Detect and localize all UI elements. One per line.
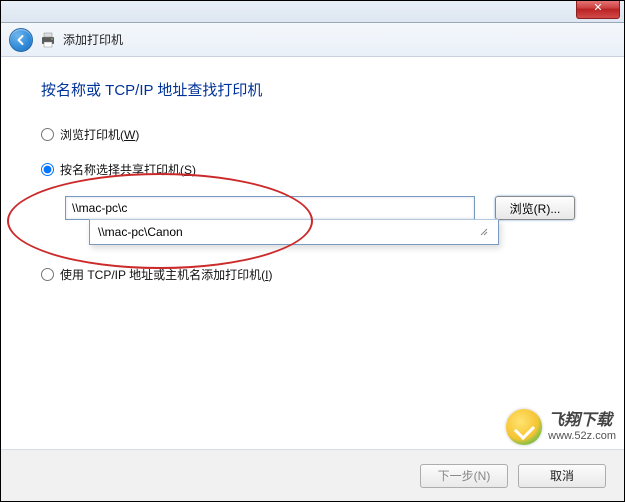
option-select-by-name[interactable]: 按名称选择共享打印机(S)	[41, 161, 590, 178]
browse-button[interactable]: 浏览(R)...	[495, 196, 575, 220]
option-tcpip-label: 使用 TCP/IP 地址或主机名添加打印机(I)	[60, 266, 272, 283]
autocomplete-dropdown: \\mac-pc\Canon	[89, 219, 499, 245]
option-browse-label: 浏览打印机(W)	[60, 126, 139, 143]
radio-tcpip[interactable]	[41, 268, 54, 281]
content-area: 按名称或 TCP/IP 地址查找打印机 浏览打印机(W) 按名称选择共享打印机(…	[1, 57, 624, 449]
page-title: 按名称或 TCP/IP 地址查找打印机	[41, 79, 590, 100]
back-button[interactable]	[9, 28, 33, 52]
option-tcpip[interactable]: 使用 TCP/IP 地址或主机名添加打印机(I)	[41, 266, 590, 283]
radio-browse[interactable]	[41, 128, 54, 141]
dialog-window: ✕ 添加打印机 按名称或 TCP/IP 地址查找打印机 浏览打印机(W) 按名称…	[1, 1, 624, 501]
printer-path-row: 浏览(R)... \\mac-pc\Canon	[65, 196, 590, 220]
titlebar: ✕	[1, 1, 624, 23]
radio-by-name[interactable]	[41, 163, 54, 176]
resize-grip-icon	[478, 227, 490, 237]
next-button: 下一步(N)	[420, 464, 508, 488]
autocomplete-item[interactable]: \\mac-pc\Canon	[90, 220, 498, 244]
window-close-button[interactable]: ✕	[576, 1, 620, 19]
footer-bar: 下一步(N) 取消	[1, 449, 624, 501]
option-by-name-label: 按名称选择共享打印机(S)	[60, 161, 196, 178]
option-browse-printers[interactable]: 浏览打印机(W)	[41, 126, 590, 143]
cancel-button[interactable]: 取消	[518, 464, 606, 488]
arrow-left-icon	[15, 34, 27, 46]
header-bar: 添加打印机	[1, 23, 624, 57]
printer-icon	[39, 31, 57, 49]
autocomplete-item-text: \\mac-pc\Canon	[98, 225, 183, 239]
printer-path-input[interactable]	[65, 196, 475, 220]
header-title: 添加打印机	[63, 31, 123, 48]
close-icon: ✕	[593, 2, 602, 14]
